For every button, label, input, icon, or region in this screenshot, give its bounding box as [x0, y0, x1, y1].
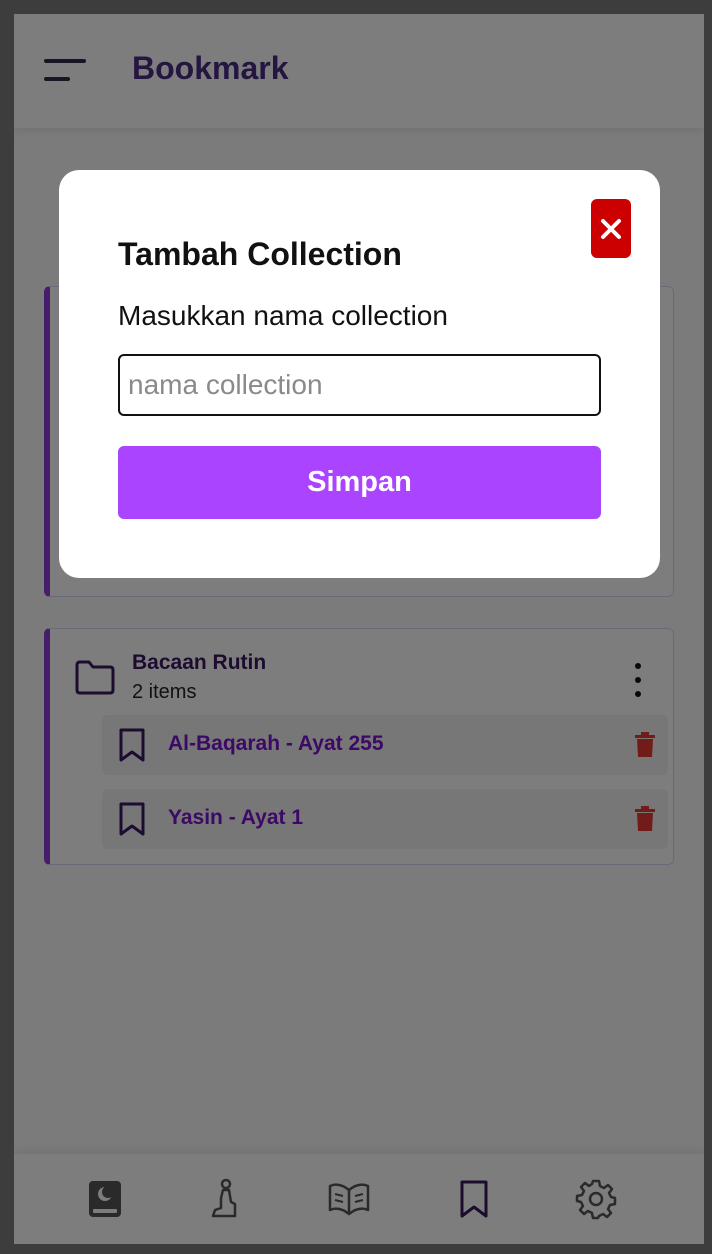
close-icon: [601, 218, 621, 239]
dialog-title: Tambah Collection: [118, 236, 402, 272]
collection-name-input[interactable]: [118, 354, 601, 416]
app-frame: Bookmark Bacaan Rutin 2 items Al-Baqarah…: [14, 14, 704, 1244]
close-button[interactable]: [591, 199, 631, 258]
add-collection-dialog: Tambah Collection Masukkan nama collecti…: [59, 170, 660, 578]
collection-name-label: Masukkan nama collection: [118, 300, 448, 331]
save-button[interactable]: Simpan: [118, 446, 601, 519]
